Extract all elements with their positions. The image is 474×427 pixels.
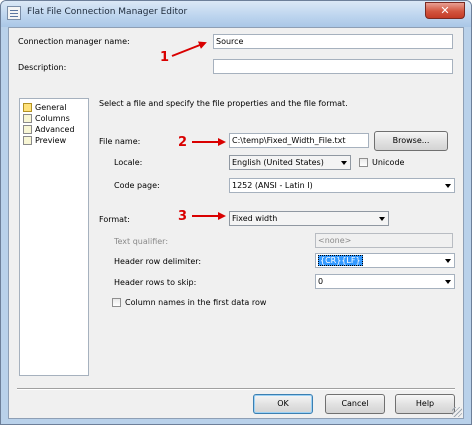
annotation-number-1: 1 [160, 50, 170, 65]
annotation-overlay [171, 41, 226, 220]
annotation-number-2: 2 [178, 135, 188, 150]
annotation-number-3: 3 [178, 209, 188, 224]
annotation-arrow-1 [171, 41, 207, 57]
